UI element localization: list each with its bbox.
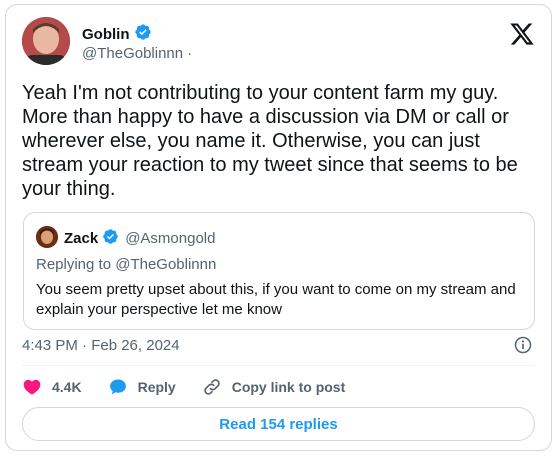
link-icon <box>202 377 222 397</box>
like-button[interactable]: 4.4K <box>22 377 82 397</box>
author-handle-row: @TheGoblinnn · <box>82 45 192 62</box>
quoted-author-row: Zack @Asmongold <box>64 228 215 249</box>
avatar[interactable] <box>22 17 70 65</box>
quoted-tweet[interactable]: Zack @Asmongold Replying to @TheGoblinnn… <box>23 212 535 330</box>
tweet-text: Yeah I'm not contributing to your conten… <box>22 82 518 200</box>
x-logo-icon[interactable] <box>509 21 535 47</box>
copy-link-label: Copy link to post <box>231 379 346 395</box>
quoted-author-handle[interactable]: @Asmongold <box>125 230 215 247</box>
tweet-card: Goblin @TheGoblinnn · Yeah I'm not contr… <box>5 4 552 451</box>
verified-badge-icon <box>134 23 152 46</box>
reply-label: Reply <box>137 379 176 395</box>
handle-separator: · <box>187 45 193 62</box>
info-icon[interactable] <box>513 335 533 355</box>
action-bar: 4.4K Reply Copy link to post <box>22 375 371 399</box>
divider <box>22 365 535 366</box>
reply-button[interactable]: Reply <box>108 377 176 397</box>
author-handle[interactable]: @TheGoblinnn <box>82 45 183 62</box>
quoted-avatar[interactable] <box>36 226 58 248</box>
like-count: 4.4K <box>52 379 82 395</box>
author-name[interactable]: Goblin <box>82 26 130 43</box>
quoted-author-name[interactable]: Zack <box>64 230 98 247</box>
heart-icon <box>22 377 42 397</box>
author-name-row: Goblin <box>82 23 152 46</box>
tweet-header: Goblin @TheGoblinnn · <box>22 17 535 69</box>
copy-link-button[interactable]: Copy link to post <box>202 377 346 397</box>
quoted-text: You seem pretty upset about this, if you… <box>36 281 516 318</box>
quoted-replying-to: Replying to @TheGoblinnn <box>36 256 217 273</box>
read-replies-button[interactable]: Read 154 replies <box>22 407 535 441</box>
tweet-timestamp[interactable]: 4:43 PM · Feb 26, 2024 <box>22 337 180 354</box>
verified-badge-icon <box>102 228 119 249</box>
reply-bubble-icon <box>108 377 128 397</box>
